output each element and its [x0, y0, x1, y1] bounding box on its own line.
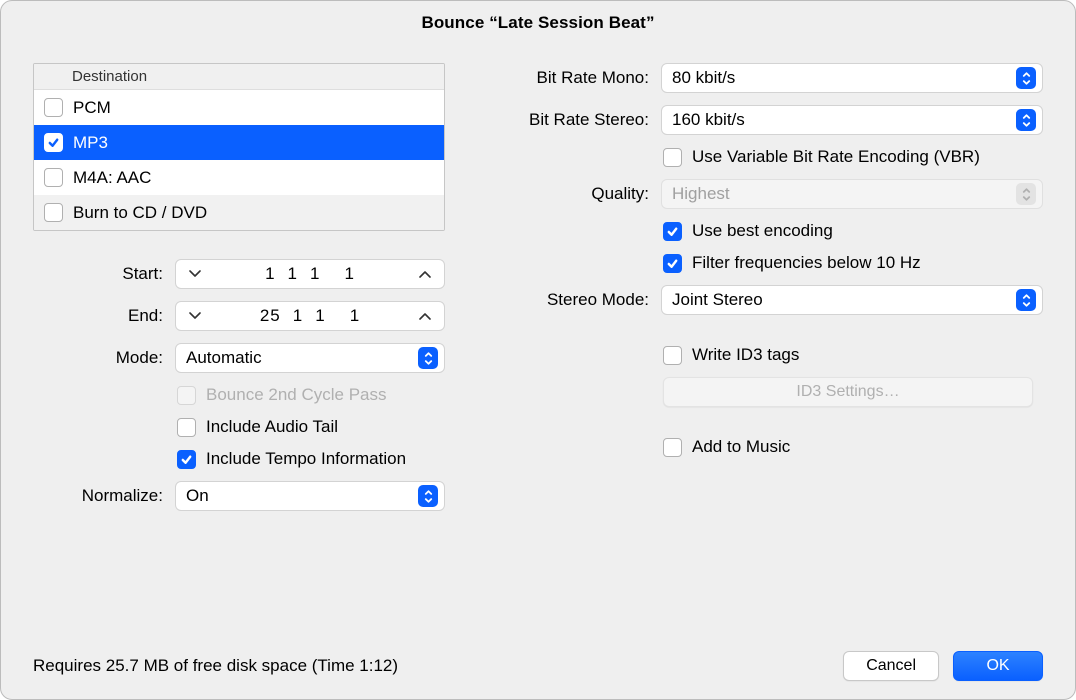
chevron-down-icon[interactable]: [180, 260, 210, 288]
bounce-dialog: Bounce “Late Session Beat” Destination P…: [0, 0, 1076, 700]
destination-row-mp3[interactable]: MP3: [34, 125, 444, 160]
destination-label: Burn to CD / DVD: [73, 203, 207, 223]
destination-row-m4a[interactable]: M4A: AAC: [34, 160, 444, 195]
vbr-label: Use Variable Bit Rate Encoding (VBR): [692, 147, 980, 167]
checkbox-best-encoding[interactable]: [663, 222, 682, 241]
checkbox-mp3[interactable]: [44, 133, 63, 152]
checkbox-write-id3[interactable]: [663, 346, 682, 365]
id3-settings-row: ID3 Settings…: [479, 377, 1043, 407]
best-encoding-label: Use best encoding: [692, 221, 833, 241]
quality-value: Highest: [672, 184, 730, 204]
quality-select: Highest: [661, 179, 1043, 209]
status-text: Requires 25.7 MB of free disk space (Tim…: [33, 656, 398, 676]
checkbox-m4a[interactable]: [44, 168, 63, 187]
stereo-mode-value: Joint Stereo: [672, 290, 763, 310]
dialog-content: Destination PCM MP3 M4A: AAC: [1, 45, 1075, 651]
bit-rate-stereo-select[interactable]: 160 kbit/s: [661, 105, 1043, 135]
chevron-up-icon[interactable]: [410, 260, 440, 288]
stereo-mode-label: Stereo Mode:: [479, 290, 651, 310]
updown-icon: [1016, 289, 1036, 311]
write-id3-label: Write ID3 tags: [692, 345, 799, 365]
bounce-2nd-row: Bounce 2nd Cycle Pass: [33, 385, 445, 405]
checkbox-pcm[interactable]: [44, 98, 63, 117]
destination-label: MP3: [73, 133, 108, 153]
bit-rate-mono-value: 80 kbit/s: [672, 68, 735, 88]
right-column: Bit Rate Mono: 80 kbit/s Bit Rate Stereo…: [479, 63, 1043, 637]
left-column: Destination PCM MP3 M4A: AAC: [33, 63, 445, 637]
checkbox-add-music[interactable]: [663, 438, 682, 457]
bit-rate-stereo-label: Bit Rate Stereo:: [479, 110, 651, 130]
checkbox-include-tempo[interactable]: [177, 450, 196, 469]
end-label: End:: [33, 306, 165, 326]
quality-row: Quality: Highest: [479, 179, 1043, 209]
include-tail-row[interactable]: Include Audio Tail: [33, 417, 445, 437]
quality-label: Quality:: [479, 184, 651, 204]
cancel-button[interactable]: Cancel: [843, 651, 939, 681]
start-values[interactable]: 1 1 1 1: [212, 264, 408, 284]
write-id3-row[interactable]: Write ID3 tags: [479, 345, 1043, 365]
bit-rate-mono-select[interactable]: 80 kbit/s: [661, 63, 1043, 93]
bit-rate-stereo-row: Bit Rate Stereo: 160 kbit/s: [479, 105, 1043, 135]
normalize-value: On: [186, 486, 209, 506]
add-music-label: Add to Music: [692, 437, 790, 457]
updown-icon: [418, 347, 438, 369]
left-form: Start: 1 1 1 1 En: [33, 259, 445, 511]
mode-value: Automatic: [186, 348, 262, 368]
updown-icon: [1016, 67, 1036, 89]
ok-button[interactable]: OK: [953, 651, 1043, 681]
updown-icon: [1016, 109, 1036, 131]
add-music-row[interactable]: Add to Music: [479, 437, 1043, 457]
checkbox-include-tail[interactable]: [177, 418, 196, 437]
stereo-mode-row: Stereo Mode: Joint Stereo: [479, 285, 1043, 315]
dialog-title: Bounce “Late Session Beat”: [1, 1, 1075, 45]
vbr-row[interactable]: Use Variable Bit Rate Encoding (VBR): [479, 147, 1043, 167]
destination-label: M4A: AAC: [73, 168, 151, 188]
bounce-2nd-label: Bounce 2nd Cycle Pass: [206, 385, 387, 405]
checkbox-burn[interactable]: [44, 203, 63, 222]
bit-rate-mono-label: Bit Rate Mono:: [479, 68, 651, 88]
checkbox-vbr[interactable]: [663, 148, 682, 167]
normalize-row: Normalize: On: [33, 481, 445, 511]
normalize-label: Normalize:: [33, 486, 165, 506]
destination-list: Destination PCM MP3 M4A: AAC: [33, 63, 445, 231]
start-stepper[interactable]: 1 1 1 1: [175, 259, 445, 289]
stereo-mode-select[interactable]: Joint Stereo: [661, 285, 1043, 315]
destination-row-burn[interactable]: Burn to CD / DVD: [34, 195, 444, 230]
end-row: End: 25 1 1 1: [33, 301, 445, 331]
destination-row-pcm[interactable]: PCM: [34, 90, 444, 125]
start-row: Start: 1 1 1 1: [33, 259, 445, 289]
chevron-up-icon[interactable]: [410, 302, 440, 330]
id3-settings-button: ID3 Settings…: [663, 377, 1033, 407]
mode-select[interactable]: Automatic: [175, 343, 445, 373]
checkbox-bounce-2nd: [177, 386, 196, 405]
start-label: Start:: [33, 264, 165, 284]
updown-icon: [418, 485, 438, 507]
best-encoding-row[interactable]: Use best encoding: [479, 221, 1043, 241]
include-tempo-row[interactable]: Include Tempo Information: [33, 449, 445, 469]
filter-freq-row[interactable]: Filter frequencies below 10 Hz: [479, 253, 1043, 273]
checkbox-filter-freq[interactable]: [663, 254, 682, 273]
include-tempo-label: Include Tempo Information: [206, 449, 406, 469]
end-values[interactable]: 25 1 1 1: [212, 306, 408, 326]
normalize-select[interactable]: On: [175, 481, 445, 511]
right-form: Bit Rate Mono: 80 kbit/s Bit Rate Stereo…: [479, 63, 1043, 457]
bit-rate-mono-row: Bit Rate Mono: 80 kbit/s: [479, 63, 1043, 93]
mode-label: Mode:: [33, 348, 165, 368]
destination-header: Destination: [34, 64, 444, 90]
filter-freq-label: Filter frequencies below 10 Hz: [692, 253, 921, 273]
include-tail-label: Include Audio Tail: [206, 417, 338, 437]
bit-rate-stereo-value: 160 kbit/s: [672, 110, 745, 130]
dialog-footer: Requires 25.7 MB of free disk space (Tim…: [1, 651, 1075, 699]
mode-row: Mode: Automatic: [33, 343, 445, 373]
chevron-down-icon[interactable]: [180, 302, 210, 330]
destination-label: PCM: [73, 98, 111, 118]
updown-icon: [1016, 183, 1036, 205]
end-stepper[interactable]: 25 1 1 1: [175, 301, 445, 331]
